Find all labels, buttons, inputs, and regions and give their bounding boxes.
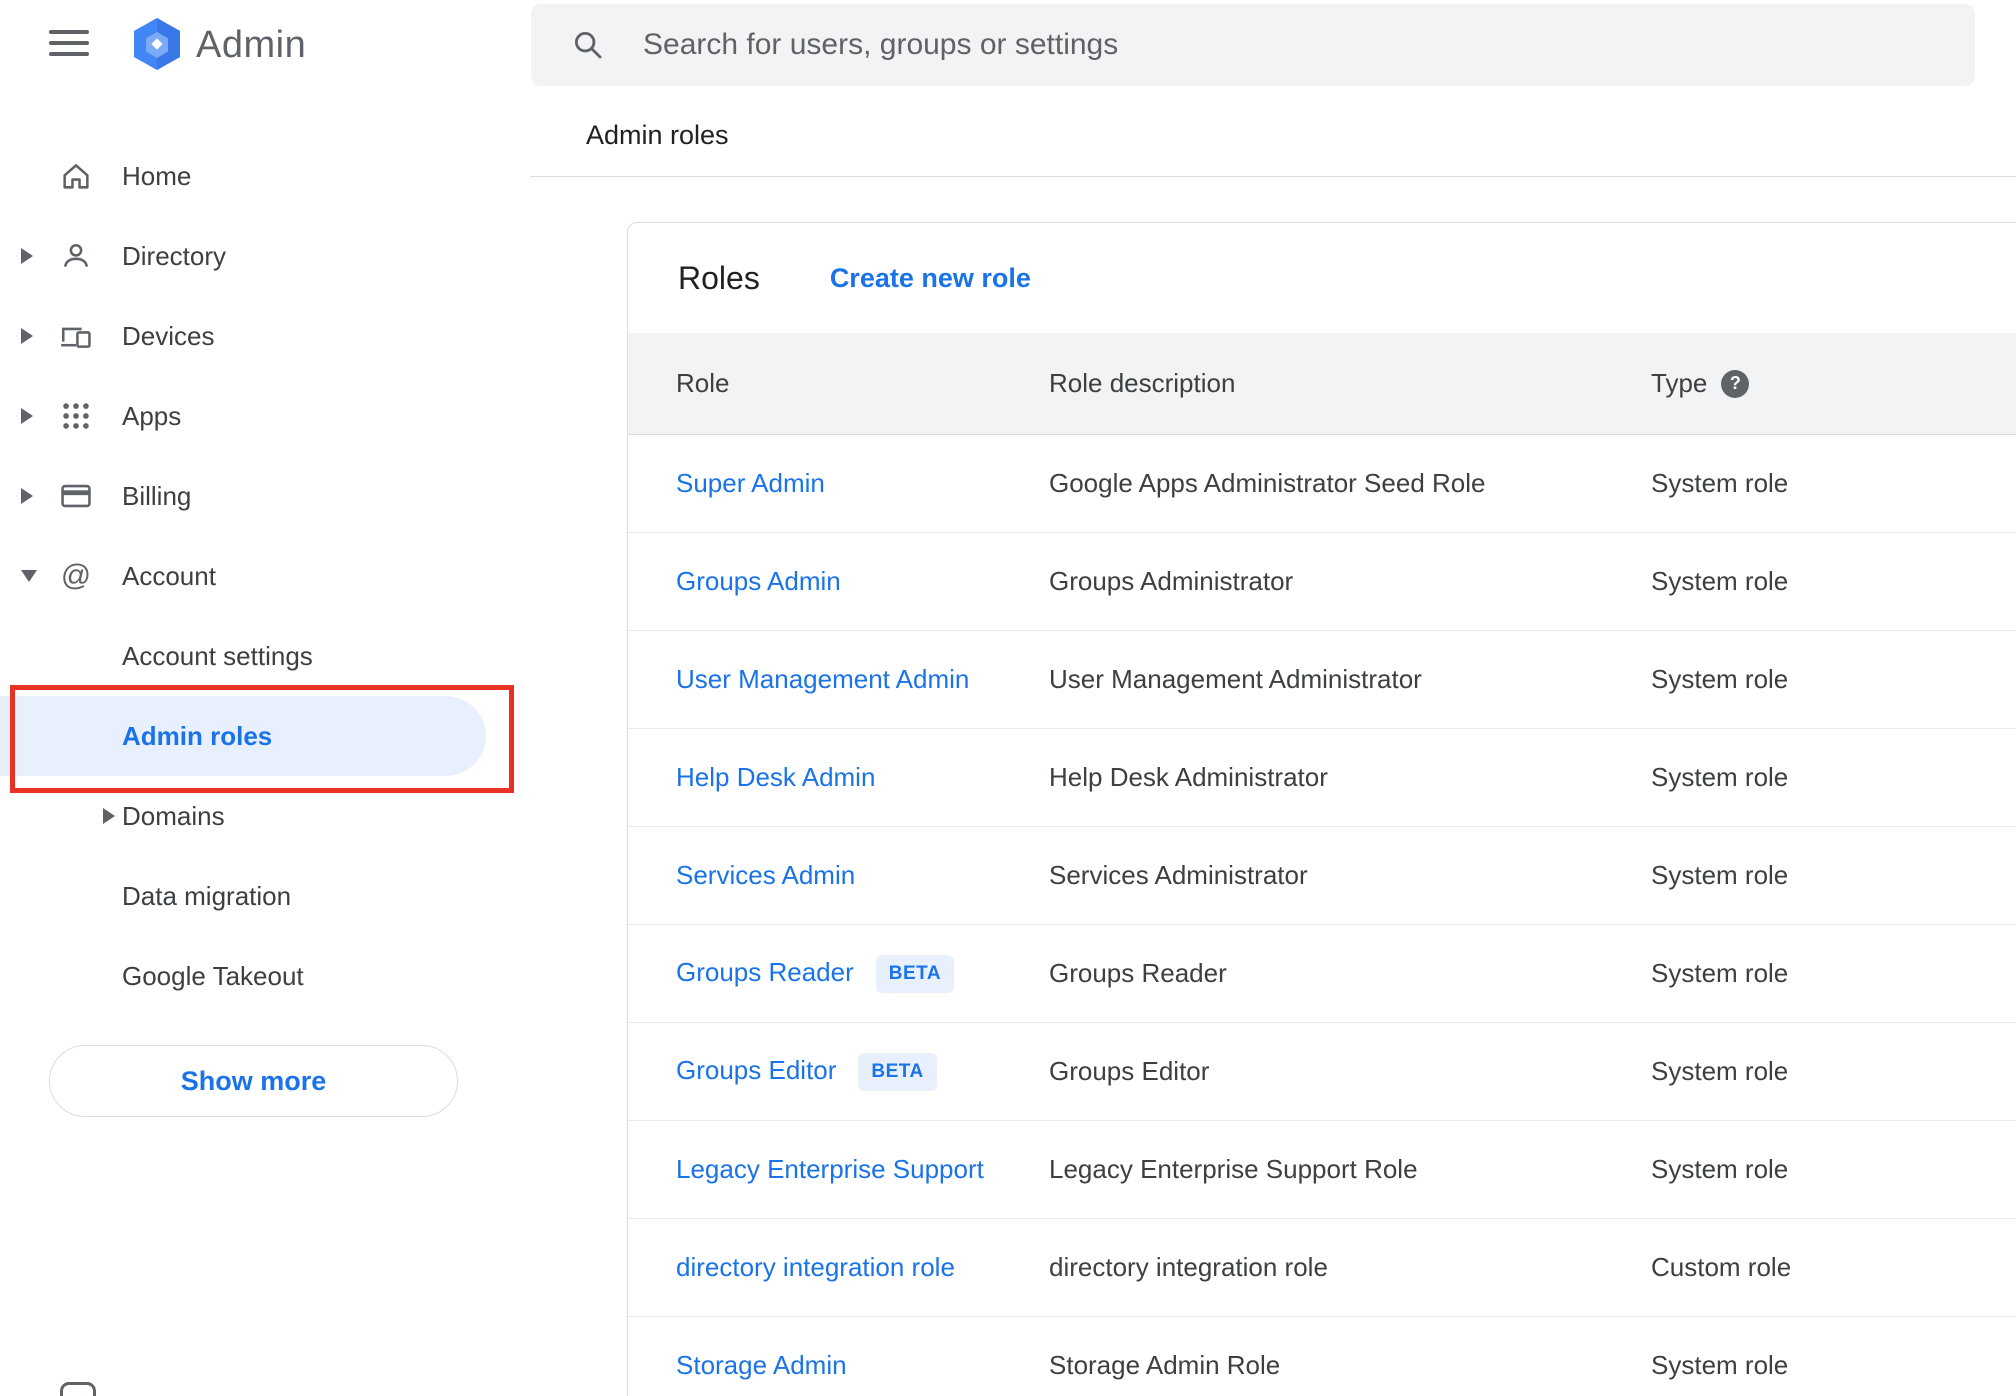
sidebar-item-devices[interactable]: Devices xyxy=(0,296,530,376)
role-link[interactable]: Groups Editor xyxy=(676,1055,836,1085)
sidebar-item-label: Account settings xyxy=(122,640,313,671)
table-row: Super Admin Google Apps Administrator See… xyxy=(628,435,2016,533)
show-more-button[interactable]: Show more xyxy=(49,1045,458,1117)
table-row: Services Admin Services Administrator Syst… xyxy=(628,827,2016,925)
table-header: Role Role description Type ? xyxy=(628,333,2016,435)
chevron-right-icon[interactable] xyxy=(103,808,115,824)
table-row: Storage Admin Storage Admin Role System ro… xyxy=(628,1317,2016,1396)
app-name: Admin xyxy=(196,24,307,66)
role-link[interactable]: Help Desk Admin xyxy=(676,762,875,792)
role-description: Storage Admin Role xyxy=(1049,1350,1281,1380)
column-header-role: Role xyxy=(676,368,730,398)
card-title: Roles xyxy=(678,259,760,296)
table-row: Groups Reader BETA Groups Reader System rol… xyxy=(628,925,2016,1023)
create-new-role-link[interactable]: Create new role xyxy=(830,263,1031,294)
sidebar-item-billing[interactable]: Billing xyxy=(0,456,530,536)
role-description: Groups Reader xyxy=(1049,958,1227,988)
svg-text:@: @ xyxy=(61,559,91,592)
sidebar-item-label: Billing xyxy=(122,480,192,511)
role-type: System role xyxy=(1651,1154,1789,1184)
role-description: Services Administrator xyxy=(1049,860,1308,890)
sidebar-item-label: Apps xyxy=(122,400,182,431)
role-type: System role xyxy=(1651,860,1789,890)
search-bar[interactable] xyxy=(531,4,1975,86)
sidebar: Admin Home Directory Devices Apps Billing @ Ac… xyxy=(0,0,530,1396)
role-link[interactable]: Groups Admin xyxy=(676,566,841,596)
sidebar-item-label: Data migration xyxy=(122,880,292,911)
sidebar-item-directory[interactable]: Directory xyxy=(0,216,530,296)
role-link[interactable]: Services Admin xyxy=(676,860,855,890)
sidebar-item-label: Account xyxy=(122,560,216,591)
chevron-right-icon[interactable] xyxy=(21,248,33,264)
roles-table-body: Super Admin Google Apps Administrator See… xyxy=(628,435,2016,1396)
beta-badge: BETA xyxy=(858,1052,937,1091)
sidebar-item-label: Home xyxy=(122,160,192,191)
chevron-right-icon[interactable] xyxy=(21,328,33,344)
role-type: System role xyxy=(1651,664,1789,694)
roles-card: Roles Create new role Role Role descript… xyxy=(627,222,2016,1396)
column-header-type: Type ? xyxy=(1651,368,2016,399)
sidebar-item-label: Google Takeout xyxy=(122,960,304,991)
role-type: System role xyxy=(1651,762,1789,792)
header-divider xyxy=(530,176,2016,177)
role-link[interactable]: User Management Admin xyxy=(676,664,969,694)
table-row: directory integration role directory inte… xyxy=(628,1219,2016,1317)
search-input[interactable] xyxy=(643,28,1935,62)
role-link[interactable]: Groups Reader xyxy=(676,957,854,987)
sidebar-item-account-settings[interactable]: Account settings xyxy=(0,616,530,696)
roles-card-header: Roles Create new role xyxy=(628,223,2016,333)
sidebar-item-label: Domains xyxy=(122,800,225,831)
search-icon xyxy=(571,28,605,62)
home-icon xyxy=(58,158,94,194)
role-description: User Management Administrator xyxy=(1049,664,1422,694)
role-type: System role xyxy=(1651,958,1789,988)
support-icon[interactable] xyxy=(60,1382,96,1396)
table-row: Help Desk Admin Help Desk Administrator Sy… xyxy=(628,729,2016,827)
table-row: User Management Admin User Management Adm… xyxy=(628,631,2016,729)
column-header-description: Role description xyxy=(1049,368,1236,398)
sidebar-item-label: Devices xyxy=(122,320,215,351)
sidebar-item-google-takeout[interactable]: Google Takeout xyxy=(0,936,530,1016)
role-description: Groups Administrator xyxy=(1049,566,1294,596)
role-link[interactable]: directory integration role xyxy=(676,1252,955,1282)
role-description: directory integration role xyxy=(1049,1252,1328,1282)
breadcrumb: Admin roles xyxy=(586,120,729,150)
table-row: Groups Admin Groups Administrator System r… xyxy=(628,533,2016,631)
table-row: Groups Editor BETA Groups Editor System rol… xyxy=(628,1023,2016,1121)
chevron-right-icon[interactable] xyxy=(21,488,33,504)
role-link[interactable]: Storage Admin xyxy=(676,1350,847,1380)
role-description: Groups Editor xyxy=(1049,1056,1210,1086)
role-type: Custom role xyxy=(1651,1252,1792,1282)
sidebar-item-label: Directory xyxy=(122,240,227,271)
devices-icon xyxy=(58,318,94,354)
chevron-down-icon[interactable] xyxy=(21,570,37,582)
person-icon xyxy=(58,238,94,274)
role-description: Help Desk Administrator xyxy=(1049,762,1328,792)
role-type: System role xyxy=(1651,468,1789,498)
role-type: System role xyxy=(1651,566,1789,596)
apps-grid-icon xyxy=(58,398,94,434)
sidebar-item-data-migration[interactable]: Data migration xyxy=(0,856,530,936)
role-link[interactable]: Super Admin xyxy=(676,468,825,498)
role-type: System role xyxy=(1651,1056,1789,1086)
sidebar-item-admin-roles[interactable]: Admin roles xyxy=(0,696,486,776)
beta-badge: BETA xyxy=(875,954,955,993)
billing-card-icon xyxy=(58,478,94,514)
at-icon: @ xyxy=(58,558,94,594)
sidebar-item-apps[interactable]: Apps xyxy=(0,376,530,456)
sidebar-nav: Home Directory Devices Apps Billing @ Account A… xyxy=(0,136,530,1016)
table-row: Legacy Enterprise Support Legacy Enterpri… xyxy=(628,1121,2016,1219)
help-icon[interactable]: ? xyxy=(1721,369,1750,398)
menu-button[interactable] xyxy=(49,30,89,58)
admin-logo-icon[interactable] xyxy=(128,15,186,73)
chevron-right-icon[interactable] xyxy=(21,408,33,424)
role-description: Legacy Enterprise Support Role xyxy=(1049,1154,1418,1184)
sidebar-item-label: Admin roles xyxy=(122,720,273,751)
role-type: System role xyxy=(1651,1350,1789,1380)
role-link[interactable]: Legacy Enterprise Support xyxy=(676,1154,984,1184)
role-description: Google Apps Administrator Seed Role xyxy=(1049,468,1486,498)
sidebar-item-home[interactable]: Home xyxy=(0,136,530,216)
sidebar-item-domains[interactable]: Domains xyxy=(0,776,530,856)
sidebar-item-account[interactable]: @ Account xyxy=(0,536,530,616)
